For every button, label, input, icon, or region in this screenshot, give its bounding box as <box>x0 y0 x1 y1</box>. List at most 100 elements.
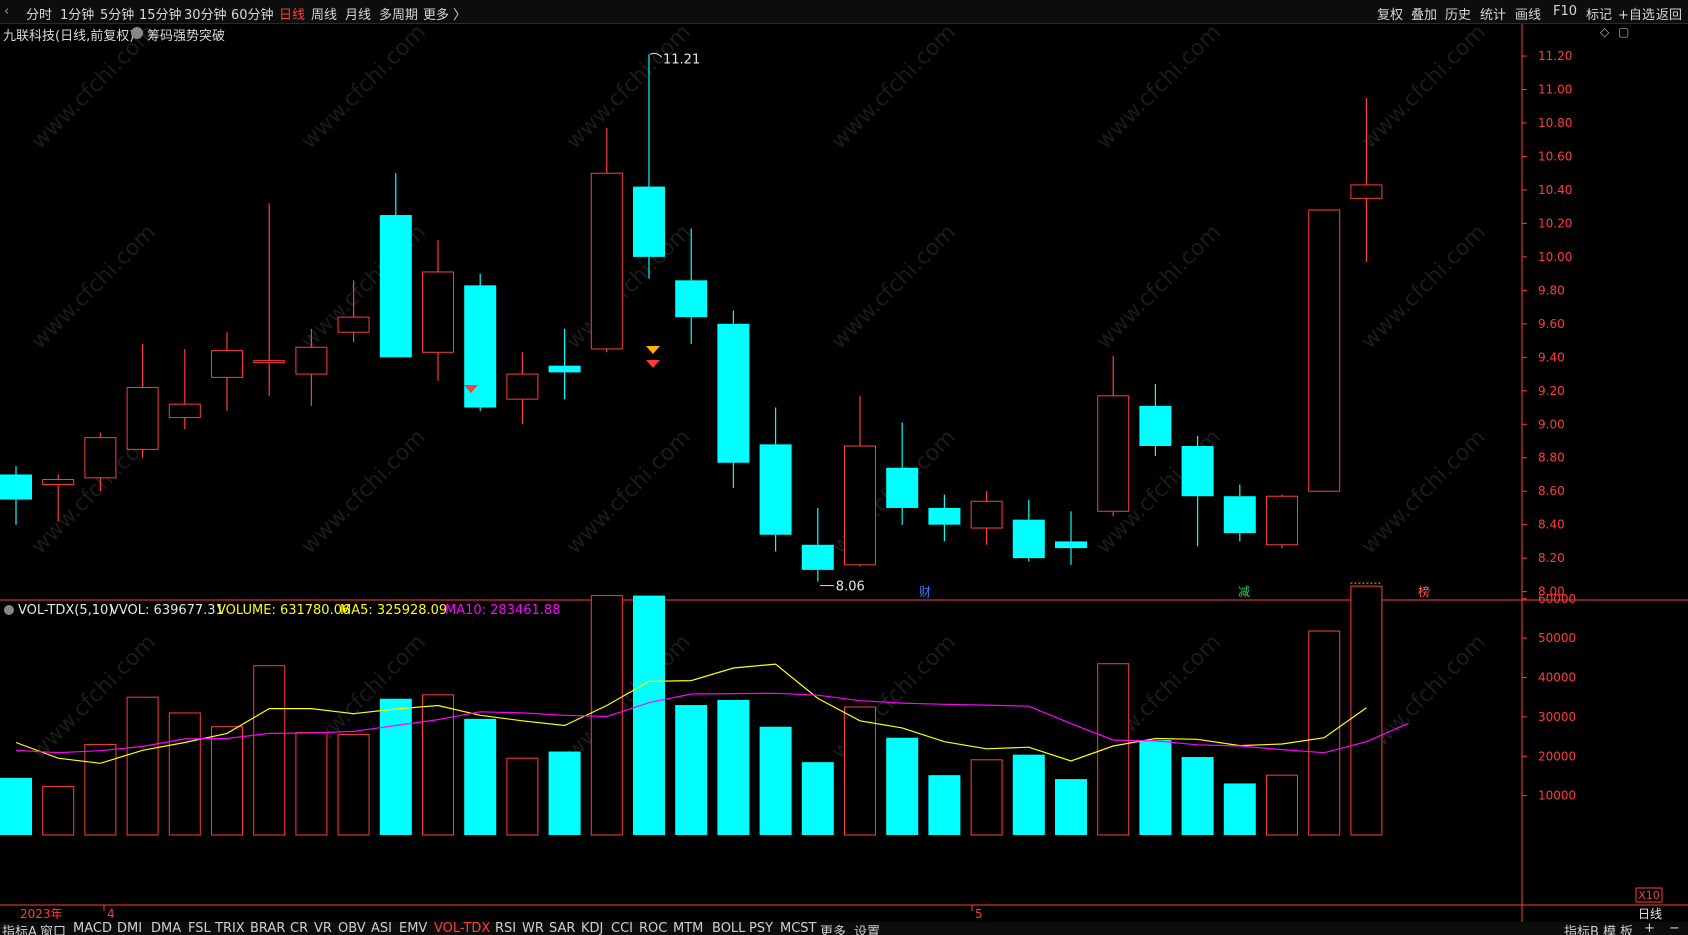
tab-period-15min[interactable]: 15分钟 <box>139 4 182 23</box>
candle-body <box>1012 519 1045 559</box>
tab-period-1min[interactable]: 1分钟 <box>60 4 94 23</box>
tab-psy[interactable]: PSY <box>749 921 773 935</box>
candle-body <box>801 544 834 570</box>
volume-bar <box>928 775 961 835</box>
signal-diamond-icon <box>646 360 660 368</box>
stock-title: 九联科技(日线,前复权) <box>3 29 135 44</box>
zoom-out-button[interactable]: − <box>1669 921 1680 935</box>
indicator-label: 筹码强势突破 <box>147 29 226 44</box>
tab-sar[interactable]: SAR <box>549 921 575 935</box>
tab-fsl[interactable]: FSL <box>188 921 211 935</box>
tab-indicator-a[interactable]: 指标A <box>2 921 37 935</box>
draw-line-button[interactable]: 画线 <box>1515 4 1541 23</box>
tab-template[interactable]: 模 <box>1603 921 1616 935</box>
candle-body <box>379 215 412 358</box>
tab-macd[interactable]: MACD <box>73 921 112 935</box>
volume-bar <box>844 706 876 836</box>
menu-icon[interactable]: ‹ <box>4 4 9 19</box>
candle-body <box>1266 495 1298 546</box>
tab-wr[interactable]: WR <box>522 921 544 935</box>
candle-body <box>42 478 75 486</box>
volume-tick-label: 60000 <box>1538 592 1576 606</box>
window-icon[interactable]: ▢ <box>1618 25 1629 39</box>
volume-bar <box>1223 783 1256 835</box>
tab-period-multi[interactable]: 多周期 <box>379 4 418 23</box>
volume-bar <box>0 777 32 835</box>
tab-indicator-b[interactable]: 指标B <box>1564 921 1599 935</box>
volume-bar <box>506 757 539 836</box>
tab-brar[interactable]: BRAR <box>250 921 285 935</box>
volume-bar <box>801 762 834 835</box>
price-tick-label: 8.80 <box>1538 451 1565 465</box>
tab-board[interactable]: 板 <box>1620 921 1633 935</box>
period-toolbar: ‹ 分时 1分钟 5分钟 15分钟 30分钟 60分钟 日线 周线 月线 多周期… <box>0 0 1688 24</box>
candle-body <box>633 186 665 257</box>
vol-indicator-name[interactable]: VOL-TDX(5,10) <box>18 603 113 618</box>
tab-vol-tdx[interactable]: VOL-TDX <box>434 921 490 935</box>
tab-dma[interactable]: DMA <box>151 921 181 935</box>
tab-period-daily[interactable]: 日线 <box>279 4 305 23</box>
candle-body <box>1097 395 1130 512</box>
ma5-value: MA5: 325928.09 <box>340 603 448 618</box>
tab-trix[interactable]: TRIX <box>215 921 245 935</box>
tab-dmi[interactable]: DMI <box>117 921 142 935</box>
tab-period-weekly[interactable]: 周线 <box>311 4 337 23</box>
f10-button[interactable]: F10 <box>1553 4 1577 19</box>
price-tick-label: 8.20 <box>1538 551 1565 565</box>
tab-obv[interactable]: OBV <box>338 921 366 935</box>
watermark-text: www.cfchi.com <box>297 425 431 559</box>
add-watchlist-button[interactable]: +自选 <box>1618 4 1655 23</box>
tab-more[interactable]: 更多 <box>820 921 846 935</box>
history-button[interactable]: 历史 <box>1445 4 1471 23</box>
tab-cci[interactable]: CCI <box>611 921 633 935</box>
candle-body <box>1181 446 1214 497</box>
volume-bar <box>1308 630 1341 836</box>
volume-tick-label: 30000 <box>1538 710 1576 724</box>
tab-period-5min[interactable]: 5分钟 <box>100 4 134 23</box>
candle-body <box>1223 496 1256 534</box>
tab-boll[interactable]: BOLL <box>712 921 745 935</box>
mark-button[interactable]: 标记 <box>1586 4 1612 23</box>
tab-mcst[interactable]: MCST <box>780 921 817 935</box>
collapse-icon[interactable] <box>4 605 14 615</box>
candle-body <box>84 437 117 479</box>
volume-bar <box>84 743 117 836</box>
tab-emv[interactable]: EMV <box>399 921 427 935</box>
fuquan-button[interactable]: 复权 <box>1377 4 1403 23</box>
watermark-text: www.cfchi.com <box>297 20 431 154</box>
watermark-text: www.cfchi.com <box>827 20 961 154</box>
tab-vr[interactable]: VR <box>314 921 332 935</box>
stats-button[interactable]: 统计 <box>1480 4 1506 23</box>
tab-kdj[interactable]: KDJ <box>581 921 603 935</box>
price-tick-label: 11.00 <box>1538 83 1572 97</box>
candle-body <box>295 346 328 375</box>
period-badge: 日线 <box>1638 907 1662 921</box>
tab-cr[interactable]: CR <box>290 921 308 935</box>
tab-period-monthly[interactable]: 月线 <box>345 4 371 23</box>
watermark-text: www.cfchi.com <box>1092 20 1226 154</box>
tab-settings[interactable]: 设置 <box>854 921 880 935</box>
candle-body <box>928 507 961 525</box>
candle-body <box>548 365 581 373</box>
candle-body <box>844 445 876 566</box>
chart-canvas[interactable]: www.cfchi.com www.cfchi.com www.cfchi.com w… <box>0 0 1688 935</box>
ma10-value: MA10: 283461.88 <box>445 603 561 618</box>
tab-window[interactable]: 窗口 <box>40 921 66 935</box>
candle-body <box>126 386 159 450</box>
watermark-text: www.cfchi.com <box>1357 20 1491 154</box>
diamond-icon[interactable]: ◇ <box>1600 25 1609 39</box>
tab-rsi[interactable]: RSI <box>495 921 516 935</box>
zoom-in-button[interactable]: + <box>1644 921 1655 935</box>
tab-period-30min[interactable]: 30分钟 <box>184 4 227 23</box>
tab-mtm[interactable]: MTM <box>673 921 703 935</box>
overlay-button[interactable]: 叠加 <box>1411 4 1437 23</box>
back-button[interactable]: 返回 <box>1656 4 1682 23</box>
watermark-text: www.cfchi.com <box>1092 220 1226 354</box>
price-tick-label: 9.20 <box>1538 384 1565 398</box>
tab-roc[interactable]: ROC <box>639 921 667 935</box>
tab-period-60min[interactable]: 60分钟 <box>231 4 274 23</box>
tab-period-fenshi[interactable]: 分时 <box>26 4 52 23</box>
tab-asi[interactable]: ASI <box>371 921 392 935</box>
tab-period-more[interactable]: 更多 〉 <box>423 4 466 23</box>
indicator-toggle-icon[interactable] <box>131 27 143 39</box>
